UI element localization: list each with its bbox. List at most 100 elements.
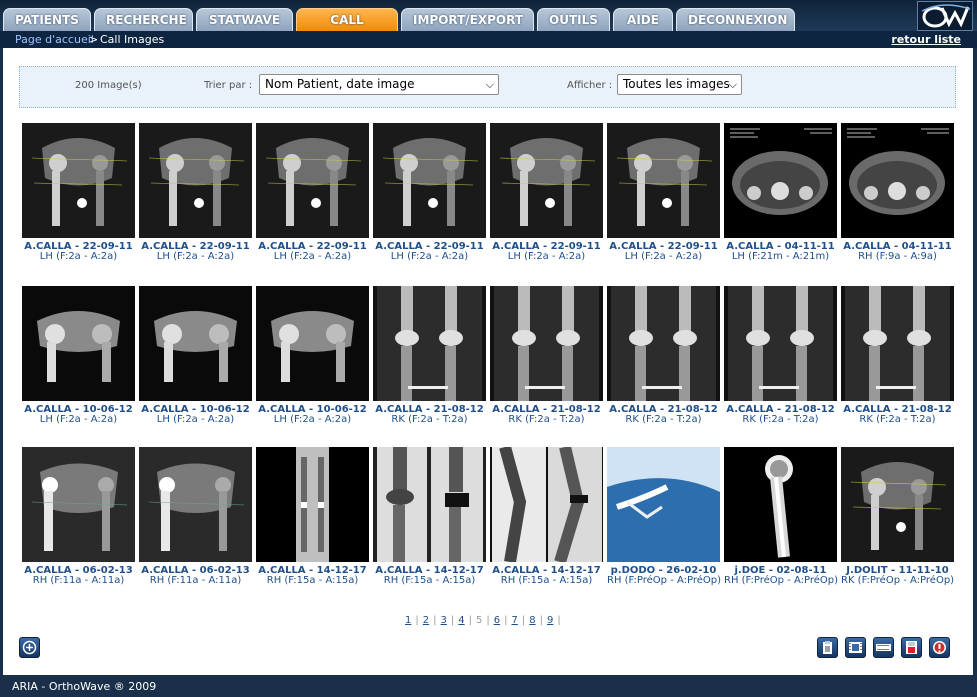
image-subtitle: RK (F:2a - T:2a)	[391, 414, 468, 425]
image-subtitle: LH (F:2a - A:2a)	[273, 251, 352, 262]
xray-thumbnail[interactable]	[139, 286, 252, 401]
main-content-panel: 200 Image(s) Trier par : Nom Patient, da…	[3, 48, 973, 675]
delete-image-icon[interactable]	[901, 637, 922, 658]
pagination-separator: |	[433, 615, 437, 626]
image-subtitle: LH (F:2a - A:2a)	[39, 414, 118, 425]
xray-thumbnail[interactable]	[139, 447, 252, 562]
main-tabs: PATIENTS RECHERCHE STATWAVE CALL IMAGE I…	[3, 8, 795, 50]
footer: ARIA - OrthoWave ® 2009	[0, 675, 977, 697]
image-subtitle: RK (F:2a - T:2a)	[742, 414, 819, 425]
xray-thumbnail[interactable]	[724, 447, 837, 562]
xray-thumbnail[interactable]	[607, 286, 720, 401]
xray-thumbnail[interactable]	[724, 123, 837, 238]
image-subtitle: RK (F:2a - T:2a)	[508, 414, 585, 425]
xray-thumbnail[interactable]	[373, 286, 486, 401]
image-subtitle: RK (F:2a - T:2a)	[859, 414, 936, 425]
image-subtitle: RH (F:15a - A:15a)	[383, 575, 476, 586]
tab-patients[interactable]: PATIENTS	[3, 8, 91, 31]
tab-import-export[interactable]: IMPORT/EXPORT	[401, 8, 534, 31]
filmstrip-icon[interactable]	[873, 637, 894, 658]
page-link-8[interactable]: 8	[529, 615, 535, 626]
page-link-7[interactable]: 7	[512, 615, 518, 626]
tab-deconnexion[interactable]: DECONNEXION	[676, 8, 795, 31]
chevron-down-icon: ⌵	[728, 78, 737, 91]
image-subtitle: LH (F:2a - A:2a)	[156, 414, 235, 425]
xray-thumbnail[interactable]	[490, 286, 603, 401]
add-image-button[interactable]	[19, 637, 40, 658]
pagination-separator: |	[486, 615, 490, 626]
image-subtitle: LH (F:2a - A:2a)	[39, 251, 118, 262]
page-link-9[interactable]: 9	[547, 615, 553, 626]
xray-thumbnail[interactable]	[490, 123, 603, 238]
back-to-list-link[interactable]: retour liste	[891, 33, 961, 46]
xray-thumbnail[interactable]	[139, 123, 252, 238]
xray-thumbnail[interactable]	[373, 447, 486, 562]
page-link-1[interactable]: 1	[405, 615, 411, 626]
xray-thumbnail[interactable]	[256, 286, 369, 401]
xray-thumbnail[interactable]	[22, 447, 135, 562]
page-link-2[interactable]: 2	[423, 615, 429, 626]
xray-thumbnail[interactable]	[607, 447, 720, 562]
top-navigation-bar: PATIENTS RECHERCHE STATWAVE CALL IMAGE I…	[0, 0, 977, 50]
breadcrumb-home-link[interactable]: Page d'accueil	[15, 33, 94, 46]
xray-thumbnail[interactable]	[841, 286, 954, 401]
image-subtitle: RK (F:PréOp - A:PréOp)	[841, 575, 955, 586]
clipboard-icon[interactable]	[817, 637, 838, 658]
pagination-separator: |	[557, 615, 561, 626]
show-select[interactable]: Toutes les images ⌵	[617, 74, 742, 95]
filter-bar: 200 Image(s) Trier par : Nom Patient, da…	[19, 66, 956, 108]
image-subtitle: RK (F:2a - T:2a)	[625, 414, 702, 425]
show-label: Afficher :	[567, 80, 613, 91]
pagination-separator: |	[468, 615, 472, 626]
tab-call-image[interactable]: CALL IMAGE	[296, 8, 398, 50]
xray-thumbnail[interactable]	[22, 286, 135, 401]
tab-outils[interactable]: OUTILS	[537, 8, 610, 31]
xray-thumbnail[interactable]	[256, 123, 369, 238]
xray-thumbnail[interactable]	[841, 447, 954, 562]
image-subtitle: LH (F:21m - A:21m)	[731, 251, 830, 262]
pagination-separator: |	[415, 615, 419, 626]
xray-thumbnail[interactable]	[607, 123, 720, 238]
breadcrumb-current: Call Images	[100, 33, 165, 46]
image-subtitle: LH (F:2a - A:2a)	[507, 251, 586, 262]
pagination: 1 | 2 | 3 | 4 | 5 | 6 | 7 | 8 | 9 |	[405, 615, 565, 626]
pagination-separator: |	[521, 615, 526, 626]
image-subtitle: LH (F:2a - A:2a)	[390, 251, 469, 262]
show-select-value: Toutes les images	[623, 77, 730, 91]
tab-statwave[interactable]: STATWAVE	[196, 8, 293, 31]
page-link-4[interactable]: 4	[458, 615, 464, 626]
tab-aide[interactable]: AIDE	[613, 8, 673, 31]
image-subtitle: RH (F:9a - A:9a)	[858, 251, 937, 262]
xray-thumbnail[interactable]	[22, 123, 135, 238]
orthowave-logo	[917, 1, 973, 31]
xray-thumbnail[interactable]	[256, 447, 369, 562]
film-icon[interactable]	[845, 637, 866, 658]
image-count: 200 Image(s)	[75, 80, 142, 91]
pagination-separator: |	[539, 615, 543, 626]
sort-select-value: Nom Patient, date image	[265, 77, 415, 91]
pagination-separator: |	[450, 615, 455, 626]
image-subtitle: RH (F:15a - A:15a)	[500, 575, 593, 586]
xray-thumbnail[interactable]	[841, 123, 954, 238]
xray-thumbnail[interactable]	[490, 447, 603, 562]
page-link-5: 5	[476, 615, 483, 626]
xray-thumbnail[interactable]	[373, 123, 486, 238]
page-link-3[interactable]: 3	[441, 615, 447, 626]
sort-label: Trier par :	[204, 80, 253, 91]
page-link-6[interactable]: 6	[494, 615, 500, 626]
sort-select[interactable]: Nom Patient, date image ⌵	[259, 74, 499, 95]
image-subtitle: RH (F:11a - A:11a)	[32, 575, 125, 586]
image-subtitle: LH (F:2a - A:2a)	[156, 251, 235, 262]
footer-copyright: ARIA - OrthoWave ® 2009	[12, 680, 157, 693]
image-subtitle: RH (F:PréOp - A:PréOp)	[607, 575, 722, 586]
image-subtitle: RH (F:15a - A:15a)	[266, 575, 359, 586]
info-icon[interactable]	[929, 637, 950, 658]
image-subtitle: RH (F:PréOp - A:PréOp)	[724, 575, 839, 586]
breadcrumb: Page d'accueil > Call Images retour list…	[0, 31, 977, 48]
tab-recherche[interactable]: RECHERCHE	[94, 8, 193, 31]
xray-thumbnail[interactable]	[724, 286, 837, 401]
pagination-separator: |	[504, 615, 508, 626]
image-subtitle: LH (F:2a - A:2a)	[624, 251, 703, 262]
chevron-down-icon: ⌵	[485, 78, 494, 91]
breadcrumb-separator: >	[89, 33, 99, 46]
